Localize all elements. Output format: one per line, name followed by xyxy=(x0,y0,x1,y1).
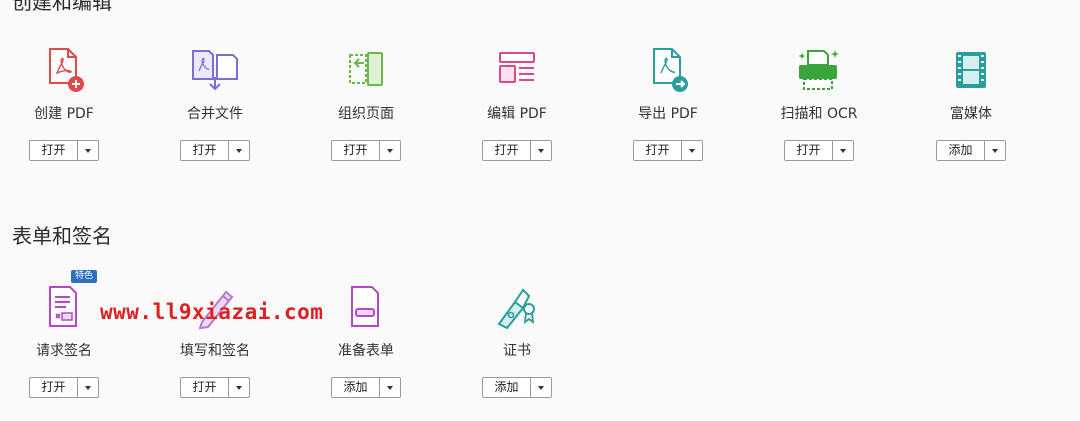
tool-label: 编辑 PDF xyxy=(487,106,547,122)
add-split-button[interactable]: 添加 xyxy=(331,377,401,398)
add-button[interactable]: 添加 xyxy=(483,378,531,397)
open-button[interactable]: 打开 xyxy=(332,141,380,160)
tool-combine-files[interactable]: 合并文件 打开 xyxy=(150,45,280,161)
scan-ocr-icon xyxy=(754,45,884,95)
add-button[interactable]: 添加 xyxy=(332,378,380,397)
open-button[interactable]: 打开 xyxy=(30,378,78,397)
edit-pdf-icon xyxy=(452,45,582,95)
section-title-create-edit: 创建和编辑 xyxy=(12,0,112,14)
open-split-button[interactable]: 打开 xyxy=(29,377,99,398)
add-button[interactable]: 添加 xyxy=(937,141,985,160)
tool-label: 请求签名 xyxy=(36,343,92,359)
certificates-icon xyxy=(452,282,582,332)
open-split-button[interactable]: 打开 xyxy=(633,140,703,161)
tool-create-pdf[interactable]: 创建 PDF 打开 xyxy=(0,45,129,161)
dropdown-arrow-icon[interactable] xyxy=(531,141,551,160)
open-button[interactable]: 打开 xyxy=(181,141,229,160)
open-button[interactable]: 打开 xyxy=(181,378,229,397)
dropdown-arrow-icon[interactable] xyxy=(985,141,1005,160)
dropdown-arrow-icon[interactable] xyxy=(229,378,249,397)
dropdown-arrow-icon[interactable] xyxy=(682,141,702,160)
dropdown-arrow-icon[interactable] xyxy=(531,378,551,397)
export-pdf-icon xyxy=(603,45,733,95)
open-button[interactable]: 打开 xyxy=(30,141,78,160)
dropdown-arrow-icon[interactable] xyxy=(78,141,98,160)
tool-scan-ocr[interactable]: 扫描和 OCR 打开 xyxy=(754,45,884,161)
open-button[interactable]: 打开 xyxy=(634,141,682,160)
tool-label: 导出 PDF xyxy=(638,106,698,122)
watermark-text: www.ll9xiazai.com xyxy=(100,300,324,324)
organize-pages-icon xyxy=(301,45,431,95)
open-split-button[interactable]: 打开 xyxy=(784,140,854,161)
tool-rich-media[interactable]: 富媒体 添加 xyxy=(906,45,1036,161)
open-split-button[interactable]: 打开 xyxy=(482,140,552,161)
dropdown-arrow-icon[interactable] xyxy=(833,141,853,160)
dropdown-arrow-icon[interactable] xyxy=(229,141,249,160)
open-split-button[interactable]: 打开 xyxy=(180,140,250,161)
add-split-button[interactable]: 添加 xyxy=(936,140,1006,161)
combine-files-icon xyxy=(150,45,280,95)
open-button[interactable]: 打开 xyxy=(785,141,833,160)
rich-media-icon xyxy=(906,45,1036,95)
dropdown-arrow-icon[interactable] xyxy=(380,141,400,160)
dropdown-arrow-icon[interactable] xyxy=(78,378,98,397)
dropdown-arrow-icon[interactable] xyxy=(380,378,400,397)
tool-label: 证书 xyxy=(503,343,531,359)
add-split-button[interactable]: 添加 xyxy=(482,377,552,398)
tool-label: 创建 PDF xyxy=(34,106,94,122)
tool-organize-pages[interactable]: 组织页面 打开 xyxy=(301,45,431,161)
tool-label: 富媒体 xyxy=(950,106,992,122)
tool-label: 扫描和 OCR xyxy=(780,106,858,122)
create-pdf-icon xyxy=(0,45,129,95)
tool-label: 填写和签名 xyxy=(180,343,250,359)
tool-export-pdf[interactable]: 导出 PDF 打开 xyxy=(603,45,733,161)
tool-edit-pdf[interactable]: 编辑 PDF 打开 xyxy=(452,45,582,161)
open-split-button[interactable]: 打开 xyxy=(29,140,99,161)
open-button[interactable]: 打开 xyxy=(483,141,531,160)
tool-label: 组织页面 xyxy=(338,106,394,122)
section-title-forms-signatures: 表单和签名 xyxy=(12,224,112,248)
tool-label: 准备表单 xyxy=(338,343,394,359)
tool-label: 合并文件 xyxy=(187,106,243,122)
tool-certificates[interactable]: 证书 添加 xyxy=(452,282,582,398)
open-split-button[interactable]: 打开 xyxy=(180,377,250,398)
open-split-button[interactable]: 打开 xyxy=(331,140,401,161)
